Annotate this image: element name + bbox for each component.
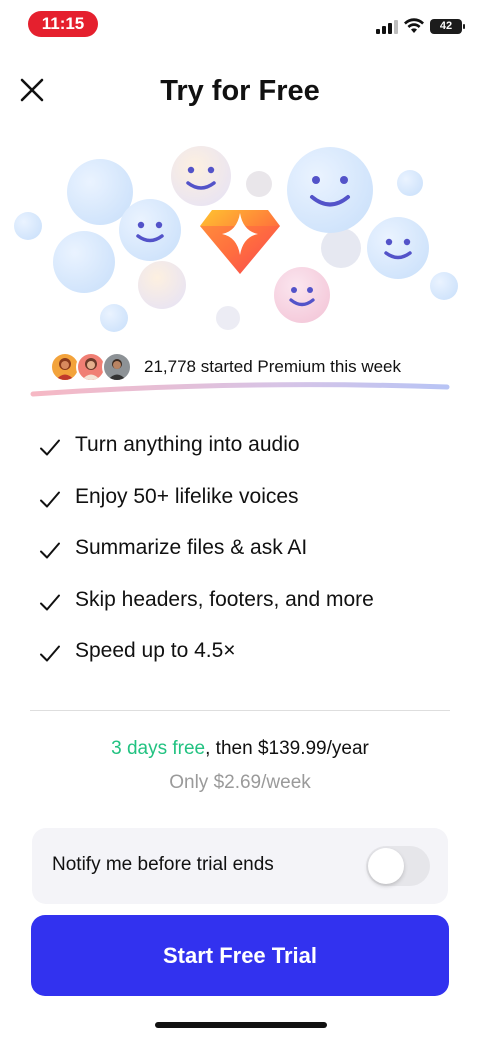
checkmark-icon [40, 594, 60, 610]
divider [30, 710, 450, 711]
list-item: Enjoy 50+ lifelike voices [38, 477, 458, 529]
smiley-icon [367, 217, 429, 279]
underline-swash [30, 382, 450, 397]
smiley-icon [274, 267, 330, 323]
notify-toggle[interactable] [366, 846, 430, 886]
list-item: Skip headers, footers, and more [38, 580, 458, 632]
start-free-trial-button[interactable]: Start Free Trial [31, 915, 449, 996]
feature-label: Skip headers, footers, and more [75, 587, 374, 611]
bubble [246, 171, 272, 197]
bubble [14, 212, 42, 240]
list-item: Summarize files & ask AI [38, 528, 458, 580]
home-indicator [155, 1022, 327, 1028]
bubble [138, 261, 186, 309]
toggle-knob [368, 848, 404, 884]
list-item: Turn anything into audio [38, 425, 458, 477]
feature-label: Summarize files & ask AI [75, 536, 308, 559]
status-bar: 11:15 42 [0, 0, 480, 50]
checkmark-icon [40, 491, 60, 507]
bubble [100, 304, 128, 332]
wifi-icon [404, 18, 424, 33]
cellular-signal-icon [376, 20, 398, 34]
notify-reminder-row: Notify me before trial ends [32, 828, 448, 904]
checkmark-icon [40, 542, 60, 559]
bubble [397, 170, 423, 196]
social-proof-text: 21,778 started Premium this week [144, 357, 402, 376]
weekly-price: Only $2.69/week [169, 772, 311, 793]
feature-list: Turn anything into audio Enjoy 50+ lifel… [38, 425, 458, 683]
avatar [102, 352, 132, 382]
feature-label: Turn anything into audio [75, 433, 300, 456]
battery-indicator: 42 [430, 19, 465, 34]
price-summary: 3 days free, then $139.99/year [0, 738, 480, 760]
premium-hero-illustration [14, 146, 458, 332]
notify-label: Notify me before trial ends [52, 854, 274, 875]
close-icon [20, 78, 44, 102]
smiley-icon [171, 146, 231, 206]
checkmark-icon [40, 645, 60, 662]
bubble [216, 306, 240, 330]
close-button[interactable] [14, 72, 50, 108]
smiley-icon [119, 199, 181, 261]
yearly-price: , then $139.99/year [205, 738, 369, 759]
bubble [321, 228, 361, 268]
bubble [53, 231, 115, 293]
feature-label: Speed up to 4.5× [75, 639, 236, 662]
gem-icon [200, 210, 280, 274]
feature-label: Enjoy 50+ lifelike voices [75, 484, 299, 508]
free-trial-days: 3 days free [111, 738, 206, 759]
smiley-icon [287, 147, 373, 233]
list-item: Speed up to 4.5× [38, 631, 458, 683]
checkmark-icon [40, 439, 60, 456]
page-title: Try for Free [160, 75, 320, 107]
bubble [430, 272, 458, 300]
status-time: 11:15 [28, 11, 98, 37]
